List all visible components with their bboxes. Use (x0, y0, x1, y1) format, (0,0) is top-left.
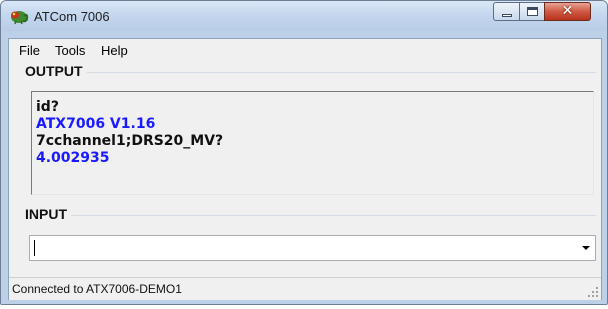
title-bar[interactable]: ATCom 7006 ✕ (1, 1, 607, 31)
input-group-divider (25, 215, 596, 216)
maximize-icon (527, 7, 538, 16)
output-line: 4.002935 (36, 150, 110, 166)
input-heading: INPUT (25, 206, 71, 222)
app-window: ATCom 7006 ✕ File Tools Help OUTPUT id? … (0, 0, 608, 305)
connection-status: Connected to ATX7006-DEMO1 (12, 282, 182, 296)
menu-tools[interactable]: Tools (55, 43, 85, 58)
window-title: ATCom 7006 (34, 9, 110, 24)
close-icon: ✕ (561, 3, 574, 19)
minimize-button[interactable] (493, 2, 520, 21)
output-heading: OUTPUT (25, 63, 87, 79)
chevron-down-icon[interactable] (577, 236, 595, 260)
output-line: id? (36, 99, 59, 115)
menu-file[interactable]: File (19, 43, 40, 58)
output-line: ATX7006 V1.16 (36, 116, 156, 132)
text-cursor (34, 240, 35, 256)
chameleon-app-icon (11, 11, 29, 25)
output-line: 7cchannel1;DRS20_MV? (36, 133, 224, 149)
maximize-button[interactable] (519, 2, 545, 21)
status-bar: Connected to ATX7006-DEMO1 (9, 277, 601, 300)
menu-bar: File Tools Help (9, 39, 601, 61)
client-area: File Tools Help OUTPUT id? ATX7006 V1.16… (8, 38, 602, 300)
output-group-divider (25, 72, 596, 73)
minimize-icon (502, 14, 512, 17)
menu-help[interactable]: Help (101, 43, 128, 58)
output-console[interactable]: id? ATX7006 V1.16 7cchannel1;DRS20_MV? 4… (31, 91, 594, 195)
command-input-combobox[interactable] (29, 235, 596, 261)
close-button[interactable]: ✕ (544, 2, 591, 21)
resize-grip-icon[interactable] (587, 286, 599, 298)
